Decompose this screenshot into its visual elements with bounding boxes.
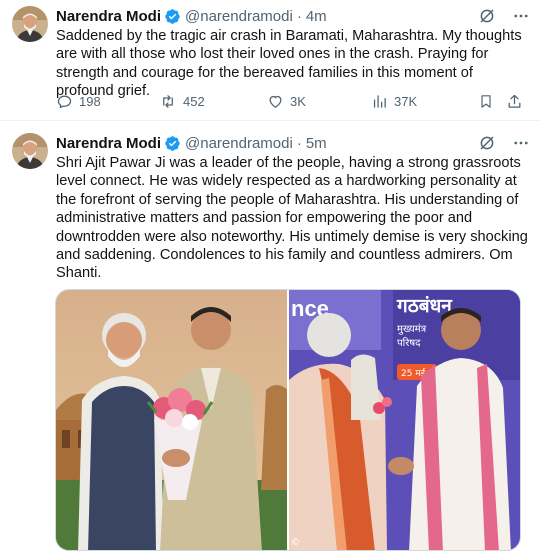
grok-icon[interactable] <box>478 7 496 25</box>
avatar[interactable] <box>12 133 48 169</box>
repost-icon <box>163 94 173 108</box>
author-name[interactable]: Narendra Modi <box>56 8 161 25</box>
reply-icon <box>57 95 72 108</box>
tweet-1[interactable]: Narendra Modi @narendramodi · 4m Saddene… <box>0 0 540 121</box>
share-icon <box>508 94 521 108</box>
tweet-text: Saddened by the tragic air crash in Bara… <box>56 28 522 100</box>
verified-badge-icon <box>165 135 180 151</box>
like-icon <box>269 95 282 108</box>
more-icon[interactable] <box>512 134 530 152</box>
timestamp[interactable]: 5m <box>306 135 327 152</box>
verified-badge-icon <box>165 8 180 24</box>
reply-count: 198 <box>79 93 101 109</box>
like-button[interactable]: 3K <box>267 91 306 111</box>
reply-button[interactable]: 198 <box>56 91 101 111</box>
separator-dot: · <box>296 7 302 25</box>
photo-handshake[interactable]: nce गठबंधन मुख्यमंत्र परिषद 25 मई © <box>289 290 520 550</box>
author-handle[interactable]: @narendramodi <box>185 135 293 152</box>
timestamp[interactable]: 4m <box>306 8 327 25</box>
photo-watermark: © <box>291 538 300 548</box>
media-grid[interactable]: nce गठबंधन मुख्यमंत्र परिषद 25 मई © <box>55 289 521 551</box>
banner-sub2-text: परिषद <box>397 337 421 349</box>
tweet-2[interactable]: Narendra Modi @narendramodi · 5m Shri Aj… <box>0 121 540 552</box>
author-handle[interactable]: @narendramodi <box>185 8 293 25</box>
separator-dot: · <box>296 134 302 152</box>
avatar[interactable] <box>12 6 48 42</box>
views-button[interactable]: 37K <box>371 91 417 111</box>
grok-icon[interactable] <box>478 134 496 152</box>
action-bar: 198 452 3K 37K <box>56 91 526 111</box>
repost-count: 452 <box>183 93 205 109</box>
share-button[interactable] <box>506 91 523 111</box>
views-count: 37K <box>394 93 418 109</box>
repost-button[interactable]: 452 <box>159 91 205 111</box>
photo-bouquet[interactable] <box>56 290 287 550</box>
more-icon[interactable] <box>512 7 530 25</box>
bookmark-button[interactable] <box>478 91 494 111</box>
banner-sub1-text: मुख्यमंत्र <box>397 323 427 335</box>
tweet-text: Shri Ajit Pawar Ji was a leader of the p… <box>56 155 528 282</box>
like-count: 3K <box>290 93 306 109</box>
author-name[interactable]: Narendra Modi <box>56 135 161 152</box>
views-icon <box>373 94 386 108</box>
bookmark-icon <box>481 94 491 108</box>
